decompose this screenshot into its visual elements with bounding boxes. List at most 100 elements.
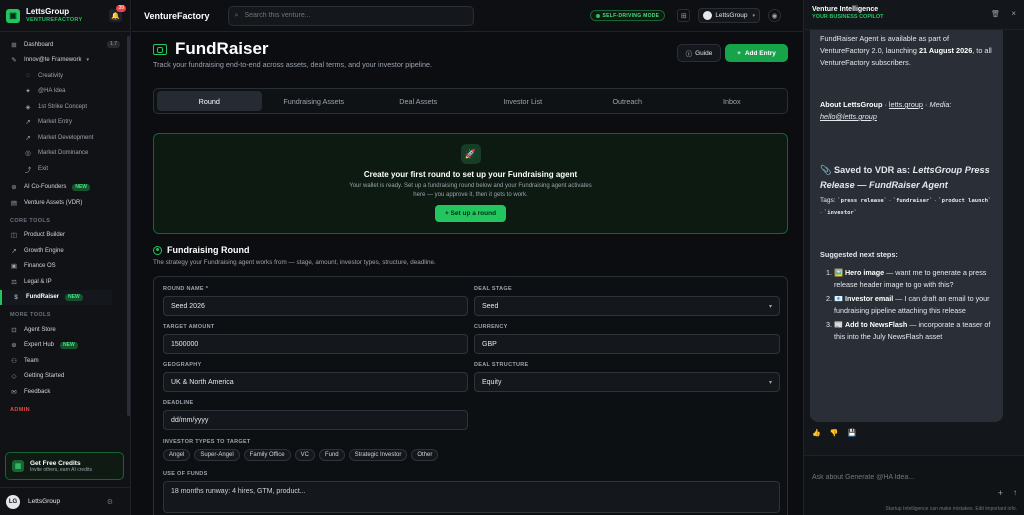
target-amount-label: TARGET AMOUNT <box>163 324 215 330</box>
investor-type-chip[interactable]: Strategic Investor <box>348 449 408 461</box>
search-input[interactable] <box>244 12 445 19</box>
sidebar-item-product-builder[interactable]: ◫ Product Builder <box>0 228 130 244</box>
media-email-link[interactable]: hello@letts.group <box>820 112 877 121</box>
sidebar-item-team[interactable]: ⚇ Team <box>0 353 130 369</box>
tab-deal-assets[interactable]: Deal Assets <box>366 91 471 111</box>
user-profile[interactable]: LG LettsGroup ⚙ <box>0 487 131 515</box>
sidebar-item-fundraiser[interactable]: $ FundRaiser NEW <box>0 289 112 305</box>
self-driving-mode-toggle[interactable]: SELF-DRIVING MODE <box>589 10 666 21</box>
sidebar-item-label: Feedback <box>24 388 51 395</box>
thumbs-up-icon[interactable]: 👍 <box>812 429 821 437</box>
brand[interactable]: ▣ LettsGroup VENTUREFACTORY 🔔 39 <box>0 0 130 32</box>
chat-input-area: + ↑ Startup Intelligence can make mistak… <box>804 455 1024 515</box>
guide-button[interactable]: ⓘ Guide <box>677 44 721 62</box>
investor-type-chip[interactable]: Angel <box>163 449 191 461</box>
target-amount-field[interactable]: 1500000 <box>163 334 468 354</box>
deal-stage-select[interactable]: Seed ▾ <box>474 296 780 316</box>
sidebar-item-exit[interactable]: ⤴ Exit <box>0 161 130 177</box>
sidebar-item-label: Innov@te Framework <box>24 57 82 64</box>
investor-type-chip[interactable]: Super-Angel <box>194 449 240 461</box>
sidebar-item-1st-strike-concept[interactable]: ◈ 1st Strike Concept <box>0 99 130 115</box>
sidebar-item-market-entry[interactable]: ↗ Market Entry <box>0 115 130 131</box>
website-link[interactable]: letts.group <box>889 100 923 109</box>
sidebar-item-label: Expert Hub <box>24 342 55 349</box>
nav-icon: ⚇ <box>11 357 17 365</box>
sidebar-item-innovate-framework[interactable]: ✎ Innov@te Framework ▾ <box>0 53 130 69</box>
next-steps-title: Suggested next steps: <box>820 250 898 259</box>
sidebar-item-legal-ip[interactable]: ⚖ Legal & IP <box>0 274 130 290</box>
investor-type-chip[interactable]: VC <box>294 449 315 461</box>
target-icon <box>153 245 162 255</box>
investor-type-chip[interactable]: Family Office <box>243 449 291 461</box>
use-of-funds-textarea[interactable]: 18 months runway: 4 hires, GTM, product.… <box>163 481 780 513</box>
send-icon[interactable]: ↑ <box>1013 488 1017 497</box>
trash-icon[interactable]: 🗑 <box>991 10 1000 18</box>
sidebar-item-label: Market Dominance <box>38 150 89 157</box>
workspace-selector[interactable]: LettsGroup ▾ <box>698 8 760 23</box>
get-free-credits-card[interactable]: ▦ Get Free Credits Invite others, earn A… <box>5 452 124 480</box>
page-title: FundRaiser <box>175 39 269 58</box>
tab-inbox[interactable]: Inbox <box>680 91 785 111</box>
step-title: Investor email <box>844 294 894 303</box>
add-entry-label: Add Entry <box>744 49 776 57</box>
round-name-field[interactable]: Seed 2026 <box>163 296 468 316</box>
tab-round[interactable]: Round <box>157 91 262 111</box>
save-icon[interactable]: 💾 <box>847 429 856 437</box>
chevron-down-icon: ▾ <box>768 379 772 386</box>
nav-icon: ◌ <box>26 72 30 80</box>
tab-outreach[interactable]: Outreach <box>575 91 680 111</box>
sidebar-nav: ⊞ Dashboard 1.7 ✎ Innov@te Framework ▾ ◌… <box>0 32 130 417</box>
sidebar-item-finance-os[interactable]: ▣ Finance OS <box>0 259 130 275</box>
sidebar-item-growth-engine[interactable]: ↗ Growth Engine <box>0 243 130 259</box>
sidebar-item-label: Legal & IP <box>24 278 52 285</box>
sidebar-item-market-dominance[interactable]: ◎ Market Dominance <box>0 146 130 162</box>
sidebar-scrollbar[interactable] <box>127 36 130 416</box>
credits-subtitle: Invite others, earn AI credits <box>30 466 92 473</box>
nav-icon: ↗ <box>25 119 31 127</box>
target-amount-value: 1500000 <box>171 340 199 348</box>
deal-structure-select[interactable]: Equity ▾ <box>474 372 780 392</box>
sidebar-item-creativity[interactable]: ◌ Creativity <box>0 68 130 84</box>
plus-icon: + <box>737 49 741 57</box>
currency-field[interactable]: GBP <box>474 334 780 354</box>
tab-investor-list[interactable]: Investor List <box>471 91 576 111</box>
apps-grid-icon[interactable]: ⊞ <box>677 9 691 22</box>
geography-field[interactable]: UK & North America <box>163 372 468 392</box>
list-item: 📰 Add to NewsFlash — incorporate a tease… <box>834 319 993 343</box>
section-title: Fundraising Round <box>167 245 250 255</box>
set-up-round-button[interactable]: + Set up a round <box>434 205 507 222</box>
search-box[interactable]: ⌕ <box>227 5 474 26</box>
new-badge: NEW <box>65 293 83 301</box>
chat-input[interactable] <box>812 474 982 481</box>
sidebar-item-venture-assets[interactable]: ▤ Venture Assets (VDR) <box>0 195 130 211</box>
close-icon[interactable]: × <box>1011 9 1016 18</box>
currency-label: CURRENCY <box>474 324 508 330</box>
tab-fundraising-assets[interactable]: Fundraising Assets <box>262 91 367 111</box>
account-icon[interactable]: ◉ <box>768 9 781 22</box>
thumbs-down-icon[interactable]: 👎 <box>830 429 839 437</box>
sidebar-item-dashboard[interactable]: ⊞ Dashboard 1.7 <box>0 37 130 53</box>
status-dot-icon <box>595 13 600 18</box>
sidebar-item--ha-idea[interactable]: ✦ @HA Idea <box>0 84 130 100</box>
investor-type-chip[interactable]: Other <box>411 449 439 461</box>
sidebar-item-feedback[interactable]: ✉ Feedback <box>0 384 130 400</box>
nav-icon: ⤴ <box>24 166 32 174</box>
notifications-bell-icon[interactable]: 🔔 39 <box>109 5 126 22</box>
sidebar-item-agent-store[interactable]: ⊡ Agent Store <box>0 322 130 338</box>
plus-icon[interactable]: + <box>998 488 1003 498</box>
sidebar-item-label: Venture Assets (VDR) <box>24 199 83 206</box>
deadline-value: dd/mm/yyyy <box>171 416 209 424</box>
setup-title: Create your first round to set up your F… <box>363 170 578 179</box>
nav-icon: ✉ <box>11 388 17 396</box>
venture-intelligence-panel: Venture Intelligence YOUR BUSINESS COPIL… <box>803 0 1024 515</box>
sidebar-item-expert-hub[interactable]: ⊕ Expert Hub NEW <box>0 338 130 354</box>
gear-icon[interactable]: ⚙ <box>107 498 113 506</box>
deadline-field[interactable]: dd/mm/yyyy <box>163 410 468 430</box>
deal-stage-value: Seed <box>482 302 499 310</box>
add-entry-button[interactable]: + Add Entry <box>725 44 788 62</box>
sidebar-item-market-development[interactable]: ↗ Market Development <box>0 130 130 146</box>
setup-description: Your wallet is ready. Set up a fundraisi… <box>349 183 592 198</box>
investor-type-chip[interactable]: Fund <box>318 449 345 461</box>
sidebar-item-ai-co-founders[interactable]: ⊛ AI Co-Founders NEW <box>0 180 130 196</box>
sidebar-item-getting-started[interactable]: ◇ Getting Started <box>0 369 130 385</box>
